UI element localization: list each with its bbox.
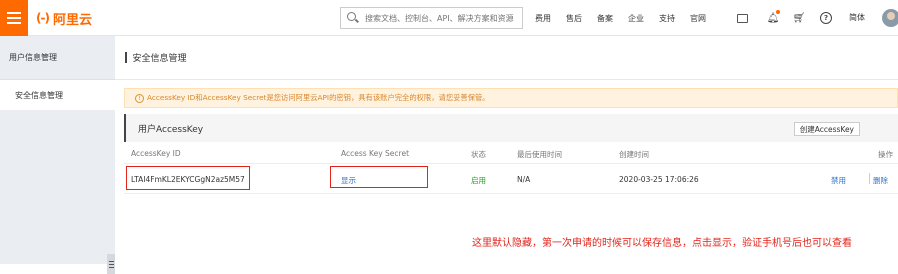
- notification-dot: [776, 10, 780, 14]
- create-accesskey-button[interactable]: 创建AccessKey: [793, 122, 860, 136]
- sidebar-item-security[interactable]: 安全信息管理: [0, 80, 115, 110]
- menu-icon[interactable]: [0, 0, 28, 36]
- help-icon[interactable]: ?: [820, 12, 832, 24]
- page-title: 安全信息管理: [132, 54, 187, 64]
- avatar[interactable]: [882, 9, 898, 27]
- cart-icon[interactable]: 🛒︎: [793, 12, 806, 24]
- col-accesskey-id: AccessKey ID: [131, 149, 181, 158]
- top-navbar: (-) 阿里云 费用 售后 备案 企业 支持 官网 🔔︎ 🛒︎ ? 简体: [0, 0, 898, 36]
- title-accent-bar: [125, 52, 127, 63]
- main-content: 安全信息管理 ! AccessKey ID和AccessKey Secret是您…: [115, 36, 898, 264]
- panel-title: 用户AccessKey: [138, 124, 204, 135]
- created-time-value: 2020-03-25 17:06:26: [619, 175, 699, 184]
- nav-fees[interactable]: 费用: [535, 13, 551, 24]
- col-status: 状态: [471, 150, 486, 159]
- sidebar: 用户信息管理 安全信息管理: [0, 36, 115, 274]
- nav-support[interactable]: 支持: [659, 13, 675, 24]
- message-icon[interactable]: [737, 14, 748, 23]
- col-secret: Access Key Secret: [341, 149, 410, 158]
- nav-aftersales[interactable]: 售后: [566, 13, 582, 24]
- warning-text: AccessKey ID和AccessKey Secret是您访问阿里云API的…: [147, 93, 490, 102]
- status-badge: 启用: [471, 176, 486, 185]
- brand-mark: (-): [36, 11, 50, 25]
- language-switch[interactable]: 简体: [849, 12, 865, 23]
- delete-link[interactable]: 删除: [873, 175, 888, 186]
- top-nav-links: 费用 售后 备案 企业 支持 官网: [535, 0, 721, 36]
- nav-enterprise[interactable]: 企业: [628, 13, 644, 24]
- search-input[interactable]: [365, 13, 515, 23]
- table-header: AccessKey ID Access Key Secret 状态 最后使用时间…: [124, 142, 898, 164]
- action-divider: [869, 173, 870, 184]
- search-icon[interactable]: [347, 12, 359, 24]
- col-created: 创建时间: [619, 150, 649, 159]
- annotation-note: 这里默认隐藏，第一次申请的时候可以保存信息，点击显示，验证手机号后也可以查看: [472, 238, 852, 249]
- last-used-value: N/A: [517, 175, 531, 184]
- brand-logo[interactable]: (-) 阿里云: [36, 9, 92, 28]
- brand-name: 阿里云: [52, 12, 92, 28]
- page-header: 安全信息管理: [115, 36, 898, 80]
- warning-banner: ! AccessKey ID和AccessKey Secret是您访问阿里云AP…: [124, 88, 898, 108]
- sidebar-collapse-handle[interactable]: [107, 254, 115, 274]
- col-last-used: 最后使用时间: [517, 150, 562, 159]
- accesskey-id-value: LTAI4FmKL2EKYCGgN2az5M57: [131, 175, 245, 184]
- table-row: LTAI4FmKL2EKYCGgN2az5M57 显示 启用 N/A 2020-…: [124, 164, 898, 194]
- search-box[interactable]: [340, 7, 523, 29]
- show-secret-link[interactable]: 显示: [341, 175, 356, 186]
- sidebar-title: 用户信息管理: [0, 36, 115, 80]
- nav-icp[interactable]: 备案: [597, 13, 613, 24]
- nav-official-site[interactable]: 官网: [690, 13, 706, 24]
- panel-header: 用户AccessKey 创建AccessKey: [124, 114, 898, 142]
- col-actions: 操作: [878, 150, 893, 159]
- accesskey-panel: 用户AccessKey 创建AccessKey AccessKey ID Acc…: [124, 114, 898, 224]
- disable-link[interactable]: 禁用: [831, 175, 846, 186]
- info-icon: !: [135, 93, 144, 103]
